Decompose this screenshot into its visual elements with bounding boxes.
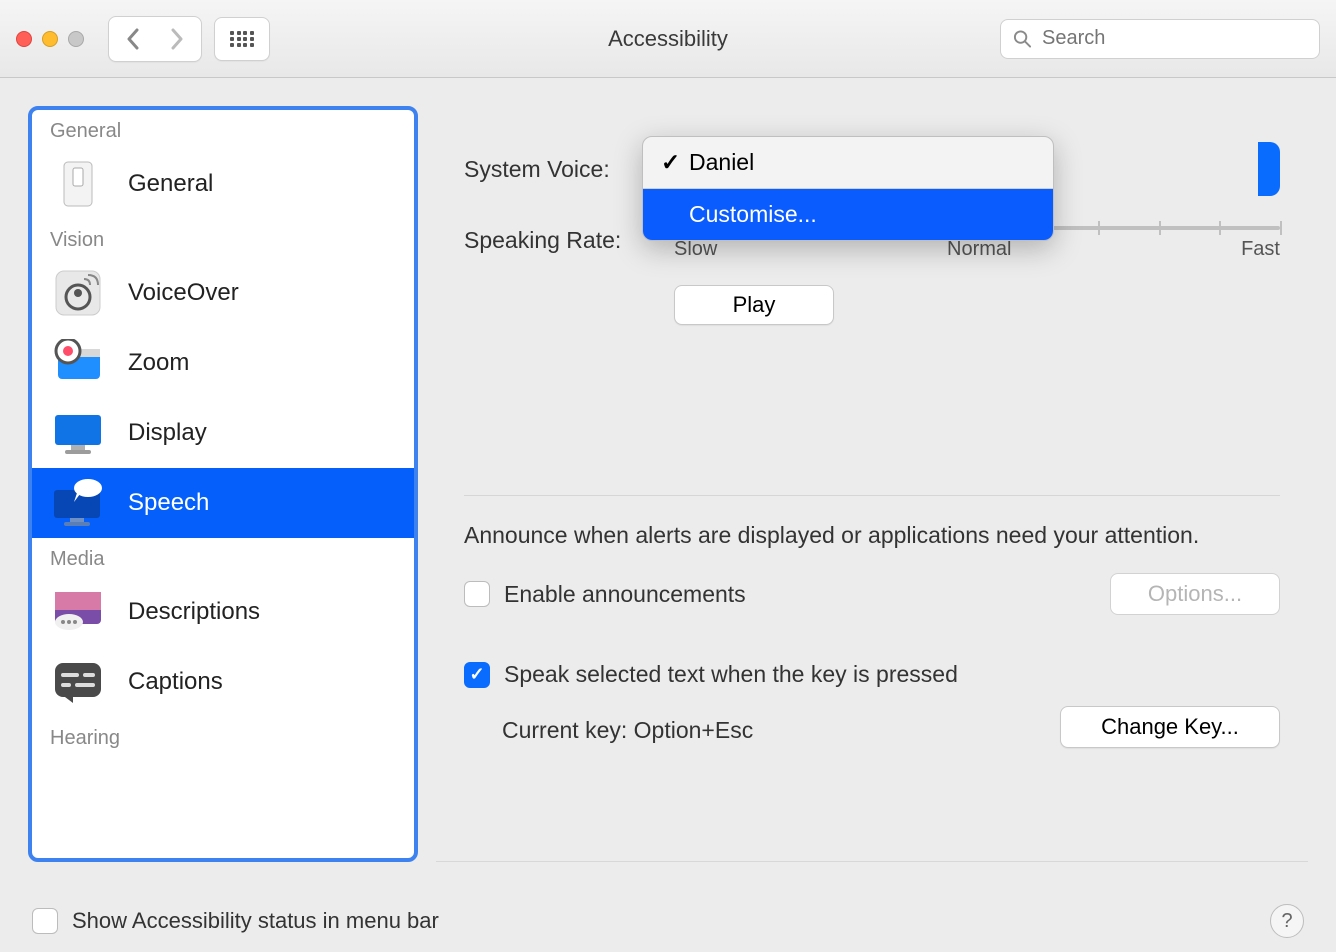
play-button[interactable]: Play <box>674 285 834 325</box>
search-icon <box>1013 29 1032 49</box>
speak-selected-label: Speak selected text when the key is pres… <box>504 661 958 688</box>
change-key-button[interactable]: Change Key... <box>1060 706 1280 748</box>
help-icon: ? <box>1281 910 1292 933</box>
play-button-label: Play <box>733 292 776 318</box>
speech-icon <box>50 479 106 527</box>
sidebar-item-descriptions[interactable]: Descriptions <box>32 577 414 647</box>
sidebar-item-speech[interactable]: Speech <box>32 468 414 538</box>
voiceover-icon <box>50 269 106 317</box>
sidebar-item-zoom[interactable]: Zoom <box>32 328 414 398</box>
sidebar-item-general[interactable]: General <box>32 149 414 219</box>
zoom-icon[interactable] <box>68 31 84 47</box>
section-general: General <box>32 110 414 149</box>
sidebar-item-label: Descriptions <box>128 598 260 626</box>
general-icon <box>50 160 106 208</box>
dropdown-arrows-icon <box>1258 142 1280 196</box>
voice-option-label: Customise... <box>689 201 817 228</box>
captions-icon <box>50 658 106 706</box>
sidebar-item-voiceover[interactable]: VoiceOver <box>32 258 414 328</box>
close-icon[interactable] <box>16 31 32 47</box>
main-panel: System Voice: ✓ Daniel Customise... <box>436 106 1308 862</box>
section-hearing: Hearing <box>32 717 414 756</box>
window-controls <box>16 31 84 47</box>
rate-tick-slow: Slow <box>674 238 717 261</box>
forward-button[interactable] <box>157 21 197 57</box>
sidebar-item-label: General <box>128 170 213 198</box>
rate-tick-fast: Fast <box>1241 238 1280 261</box>
section-media: Media <box>32 538 414 577</box>
show-status-label: Show Accessibility status in menu bar <box>72 908 439 934</box>
body: General General Vision VoiceOver Zoom <box>0 78 1336 890</box>
sidebar-item-label: Display <box>128 419 207 447</box>
voice-option-customise[interactable]: Customise... <box>643 188 1053 240</box>
sidebar-item-display[interactable]: Display <box>32 398 414 468</box>
sidebar: General General Vision VoiceOver Zoom <box>28 106 418 862</box>
rate-tick-normal: Normal <box>947 238 1011 261</box>
accessibility-prefs-window: Accessibility General General Vision Voi… <box>0 0 1336 952</box>
nav-buttons <box>108 16 202 62</box>
descriptions-icon <box>50 588 106 636</box>
announce-description: Announce when alerts are displayed or ap… <box>464 520 1280 551</box>
system-voice-dropdown[interactable]: ✓ Daniel Customise... <box>642 136 1054 241</box>
enable-announcements-label: Enable announcements <box>504 581 746 608</box>
voice-option-label: Daniel <box>689 149 754 176</box>
show-all-button[interactable] <box>214 17 270 61</box>
system-voice-label: System Voice: <box>464 156 650 183</box>
enable-announcements-checkbox[interactable] <box>464 581 490 607</box>
section-vision: Vision <box>32 219 414 258</box>
zoom-icon <box>50 339 106 387</box>
display-icon <box>50 409 106 457</box>
speaking-rate-label: Speaking Rate: <box>464 227 650 254</box>
search-field[interactable] <box>1000 19 1320 59</box>
help-button[interactable]: ? <box>1270 904 1304 938</box>
sidebar-item-label: VoiceOver <box>128 279 239 307</box>
back-button[interactable] <box>113 21 153 57</box>
sidebar-item-label: Speech <box>128 489 209 517</box>
change-key-label: Change Key... <box>1101 714 1239 740</box>
chevron-left-icon <box>125 28 141 50</box>
minimize-icon[interactable] <box>42 31 58 47</box>
voice-option-daniel[interactable]: ✓ Daniel <box>643 137 1053 188</box>
grid-icon <box>230 31 254 47</box>
sidebar-item-label: Zoom <box>128 349 189 377</box>
options-button: Options... <box>1110 573 1280 615</box>
sidebar-item-captions[interactable]: Captions <box>32 647 414 717</box>
search-input[interactable] <box>1042 27 1307 50</box>
chevron-right-icon <box>169 28 185 50</box>
toolbar: Accessibility <box>0 0 1336 78</box>
window-title: Accessibility <box>608 26 728 52</box>
options-button-label: Options... <box>1148 581 1242 607</box>
checkmark-icon: ✓ <box>661 149 679 176</box>
speak-selected-checkbox[interactable] <box>464 662 490 688</box>
sidebar-item-label: Captions <box>128 668 223 696</box>
show-status-checkbox[interactable] <box>32 908 58 934</box>
current-key-label: Current key: Option+Esc <box>502 717 753 744</box>
footer: Show Accessibility status in menu bar ? <box>0 890 1336 952</box>
